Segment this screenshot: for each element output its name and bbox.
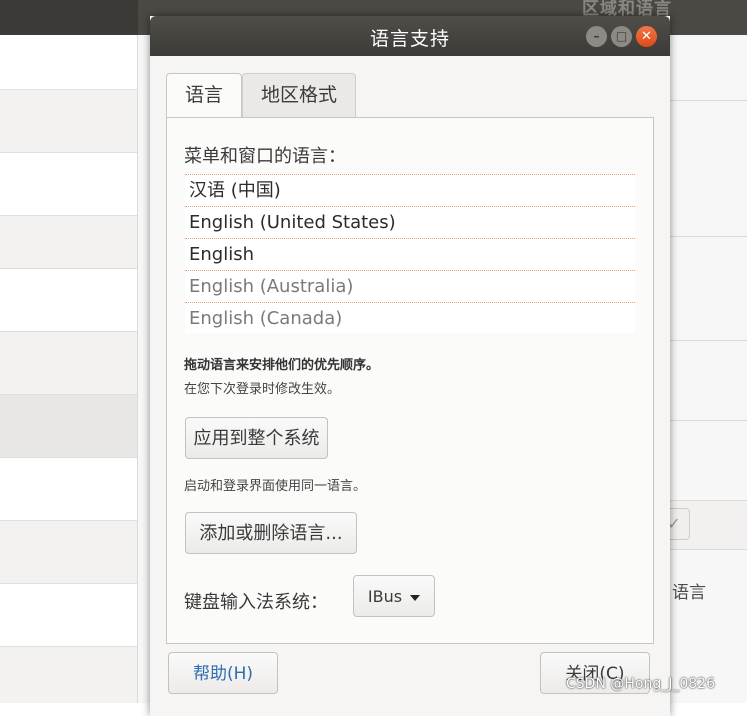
background-divider bbox=[668, 340, 747, 341]
background-sidebar-row[interactable] bbox=[0, 521, 137, 584]
background-sidebar-row[interactable] bbox=[0, 35, 137, 90]
keyboard-input-method-label: 键盘输入法系统： bbox=[184, 592, 328, 613]
background-language-label: 语言 bbox=[672, 583, 706, 603]
language-item-en-us[interactable]: English (United States) bbox=[185, 207, 635, 239]
background-sidebar-row[interactable] bbox=[0, 332, 137, 395]
background-sidebar bbox=[0, 35, 138, 703]
language-item-zh-cn[interactable]: 汉语 (中国) bbox=[185, 175, 635, 207]
background-sidebar-row[interactable] bbox=[0, 153, 137, 216]
keyboard-input-method-value: IBus bbox=[367, 587, 403, 606]
background-sidebar-row[interactable] bbox=[0, 90, 137, 153]
tab-regional-formats[interactable]: 地区格式 bbox=[242, 73, 356, 117]
tab-language[interactable]: 语言 bbox=[166, 73, 242, 118]
background-sidebar-row[interactable] bbox=[0, 269, 137, 332]
drag-order-note: 拖动语言来安排他们的优先顺序。 bbox=[184, 358, 380, 373]
language-support-dialog: 语言支持 – □ ✕ 语言 地区格式 菜单和窗口的语言： 汉语 (中国) Eng… bbox=[150, 16, 670, 716]
watermark: CSDN @Hong_J_0826 bbox=[566, 676, 715, 692]
maximize-icon: □ bbox=[615, 29, 628, 43]
language-item-en-ca[interactable]: English (Canada) bbox=[185, 303, 635, 333]
login-effect-note: 在您下次登录时修改生效。 bbox=[184, 382, 341, 397]
add-remove-languages-button[interactable]: 添加或删除语言... bbox=[185, 512, 357, 554]
background-divider bbox=[668, 236, 747, 237]
keyboard-input-method-select[interactable]: IBus bbox=[353, 575, 435, 617]
language-item-en[interactable]: English bbox=[185, 239, 635, 271]
background-sidebar-row-selected[interactable] bbox=[0, 395, 137, 458]
background-sidebar-row[interactable] bbox=[0, 584, 137, 647]
dropdown-arrow-icon bbox=[410, 594, 421, 601]
background-divider bbox=[668, 100, 747, 101]
language-item-en-au[interactable]: English (Australia) bbox=[185, 271, 635, 303]
menu-language-label: 菜单和窗口的语言： bbox=[184, 146, 346, 167]
close-window-button[interactable]: ✕ bbox=[636, 26, 657, 47]
background-divider bbox=[668, 420, 747, 421]
background-sidebar-row[interactable] bbox=[0, 647, 137, 703]
help-button[interactable]: 帮助(H) bbox=[168, 652, 278, 694]
apply-system-wide-button[interactable]: 应用到整个系统 bbox=[185, 417, 328, 459]
same-language-note: 启动和登录界面使用同一语言。 bbox=[184, 479, 367, 494]
background-sidebar-row[interactable] bbox=[0, 458, 137, 521]
minimize-icon: – bbox=[593, 29, 600, 43]
close-icon: ✕ bbox=[641, 29, 652, 44]
maximize-button[interactable]: □ bbox=[611, 26, 632, 47]
language-list[interactable]: 汉语 (中国) English (United States) English … bbox=[185, 174, 635, 333]
minimize-button[interactable]: – bbox=[586, 26, 607, 47]
dialog-titlebar[interactable]: 语言支持 – □ ✕ bbox=[150, 16, 670, 56]
background-sidebar-row[interactable] bbox=[0, 216, 137, 269]
language-panel: 菜单和窗口的语言： 汉语 (中国) English (United States… bbox=[166, 117, 654, 644]
